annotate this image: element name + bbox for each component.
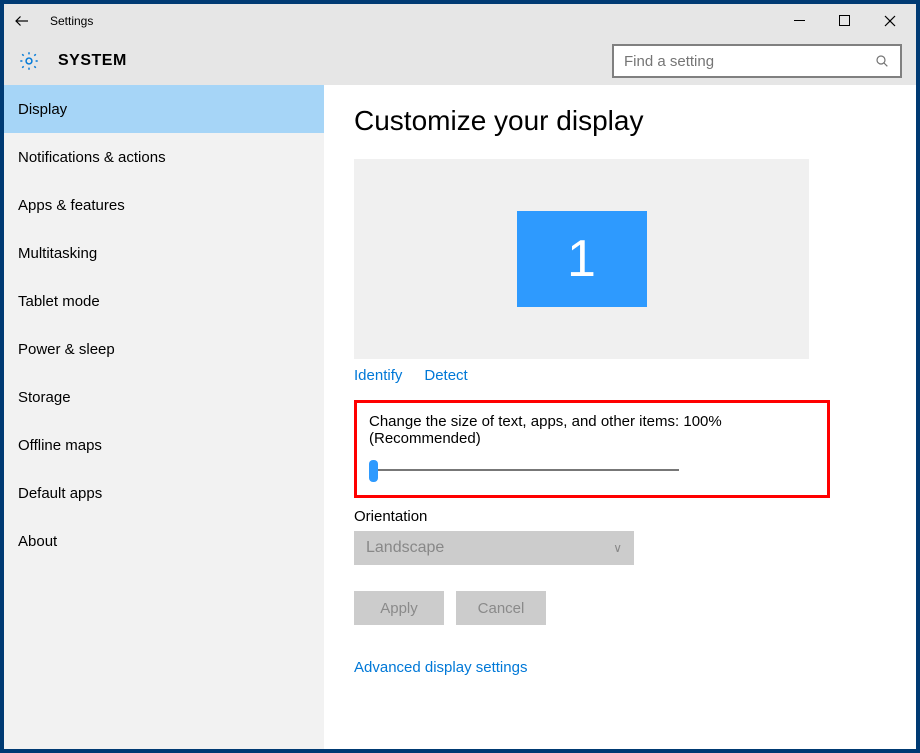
monitor-number: 1 [567, 229, 596, 289]
minimize-button[interactable] [777, 6, 822, 35]
back-button[interactable] [12, 11, 32, 31]
search-icon [874, 53, 890, 69]
search-input[interactable] [624, 53, 874, 70]
orientation-label: Orientation [354, 508, 916, 525]
sidebar-item-multitasking[interactable]: Multitasking [4, 229, 324, 277]
slider-thumb[interactable] [369, 460, 378, 482]
section-title: SYSTEM [58, 52, 127, 70]
detect-link[interactable]: Detect [424, 367, 467, 384]
identify-link[interactable]: Identify [354, 367, 402, 384]
section-header: SYSTEM [4, 37, 916, 85]
display-preview: 1 [354, 159, 809, 359]
sidebar-item-label: Multitasking [18, 245, 97, 262]
sidebar-item-apps-features[interactable]: Apps & features [4, 181, 324, 229]
sidebar-item-storage[interactable]: Storage [4, 373, 324, 421]
display-links: Identify Detect [354, 367, 916, 384]
sidebar-item-tablet-mode[interactable]: Tablet mode [4, 277, 324, 325]
close-button[interactable] [867, 6, 912, 35]
sidebar-item-label: Storage [18, 389, 71, 406]
sidebar-item-offline-maps[interactable]: Offline maps [4, 421, 324, 469]
sidebar-item-label: Display [18, 101, 67, 118]
sidebar-item-label: Tablet mode [18, 293, 100, 310]
sidebar-item-label: Apps & features [18, 197, 125, 214]
cancel-button[interactable]: Cancel [456, 591, 546, 625]
chevron-down-icon: ∨ [613, 541, 622, 555]
orientation-value: Landscape [366, 539, 444, 557]
sidebar-item-label: About [18, 533, 57, 550]
button-row: Apply Cancel [354, 591, 916, 625]
sidebar-item-label: Default apps [18, 485, 102, 502]
titlebar-left: Settings [12, 11, 93, 31]
section-header-left: SYSTEM [18, 50, 127, 72]
window-title: Settings [50, 14, 93, 28]
orientation-dropdown[interactable]: Landscape ∨ [354, 531, 634, 565]
body: Display Notifications & actions Apps & f… [4, 85, 916, 749]
page-title: Customize your display [354, 105, 916, 137]
search-box[interactable] [612, 44, 902, 78]
monitor-tile-1[interactable]: 1 [517, 211, 647, 307]
sidebar-item-label: Offline maps [18, 437, 102, 454]
advanced-display-link[interactable]: Advanced display settings [354, 659, 916, 676]
maximize-button[interactable] [822, 6, 867, 35]
apply-button[interactable]: Apply [354, 591, 444, 625]
titlebar: Settings [4, 4, 916, 37]
settings-window: Settings SYSTEM Di [0, 0, 920, 753]
slider-track [369, 469, 679, 471]
sidebar-item-label: Power & sleep [18, 341, 115, 358]
sidebar: Display Notifications & actions Apps & f… [4, 85, 324, 749]
window-buttons [777, 6, 912, 35]
sidebar-item-about[interactable]: About [4, 517, 324, 565]
sidebar-item-display[interactable]: Display [4, 85, 324, 133]
sidebar-item-power-sleep[interactable]: Power & sleep [4, 325, 324, 373]
scale-slider[interactable] [369, 459, 679, 481]
sidebar-item-notifications[interactable]: Notifications & actions [4, 133, 324, 181]
sidebar-item-label: Notifications & actions [18, 149, 166, 166]
scale-label: Change the size of text, apps, and other… [369, 413, 815, 447]
content-pane: Customize your display 1 Identify Detect… [324, 85, 916, 749]
gear-icon [18, 50, 40, 72]
sidebar-item-default-apps[interactable]: Default apps [4, 469, 324, 517]
scale-setting-highlight: Change the size of text, apps, and other… [354, 400, 830, 498]
